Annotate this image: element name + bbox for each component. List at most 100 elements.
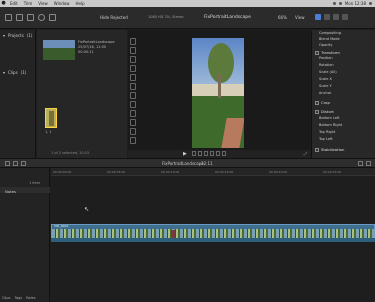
transform-label: Transform	[321, 50, 340, 55]
viewer-frame[interactable]	[192, 38, 244, 148]
tc-digit	[210, 151, 214, 156]
timeline-right-tools	[358, 161, 371, 166]
disclosure-icon: ▾	[3, 70, 6, 75]
clip-appearance-icon[interactable]	[358, 161, 363, 166]
frame-trunk	[218, 74, 221, 98]
distort-checkbox[interactable]	[315, 109, 319, 114]
scale-x-row[interactable]: Scale X	[319, 77, 332, 81]
tc-digit	[222, 151, 226, 156]
wifi-icon[interactable]	[332, 2, 336, 5]
rotation-row[interactable]: Rotation	[319, 63, 334, 67]
toolbar: Hide Rejected 1080 HD 25i, Stereo FixPor…	[0, 7, 375, 29]
libraries-sidebar: ▾ Projects (1) ▾ Clips (1)	[0, 30, 36, 158]
position-row[interactable]: Position	[319, 56, 333, 60]
sprocket	[130, 65, 136, 72]
bottom-right-row[interactable]: Bottom Right	[319, 123, 342, 127]
skimmer-marker[interactable]	[171, 230, 175, 238]
ruler-tick: 00:00:05:00	[107, 170, 126, 174]
sprocket-strip	[130, 38, 138, 153]
sprocket	[130, 92, 136, 99]
timeline-left-tools	[5, 161, 26, 166]
timeline-index: 1 item Notes Clips Tags Roles	[0, 168, 50, 302]
blend-mode-row[interactable]: Blend Mode	[319, 37, 340, 41]
clip-filmstrip[interactable]	[45, 108, 57, 128]
sprocket	[130, 74, 136, 81]
fullscreen-icon[interactable]: ⤢	[304, 151, 307, 156]
disclosure-icon: ▾	[3, 33, 6, 38]
tc-digit	[192, 151, 196, 156]
menubar: ● Edit Trim View Window Help Mon 12:38	[0, 0, 375, 7]
distort-section[interactable]: Distort	[315, 109, 334, 114]
crop-checkbox[interactable]	[315, 100, 319, 105]
scale-y-row[interactable]: Scale Y	[319, 84, 332, 88]
titles-icon[interactable]	[27, 14, 34, 21]
menu-help[interactable]: Help	[73, 0, 88, 7]
anchor-row[interactable]: Anchor	[319, 91, 331, 95]
audio-waveform[interactable]	[51, 238, 375, 242]
ruler-tick: 00:00:25:00	[323, 170, 342, 174]
share-icon[interactable]	[342, 14, 348, 20]
tab-tags[interactable]: Tags	[14, 296, 22, 300]
stabilization-label: Stabilization	[321, 147, 345, 152]
viewer: ▶ ⤢	[128, 30, 310, 158]
battery-icon[interactable]	[338, 2, 342, 5]
info-inspector-icon[interactable]	[333, 14, 339, 20]
play-icon[interactable]: ▶	[183, 151, 187, 157]
video-inspector-icon[interactable]	[315, 14, 321, 20]
apple-menu-icon[interactable]: ●	[0, 0, 7, 7]
bottom-left-row[interactable]: Bottom Left	[319, 116, 340, 120]
spotlight-icon[interactable]	[369, 2, 372, 5]
transform-section[interactable]: Transform	[315, 50, 340, 55]
view-dropdown[interactable]: View	[295, 15, 305, 20]
top-right-row[interactable]: Top Right	[319, 130, 335, 134]
crop-section[interactable]: Crop	[315, 100, 330, 105]
crop-label: Crop	[321, 100, 330, 105]
photos-audio-icon[interactable]	[16, 14, 23, 21]
top-left-row[interactable]: Top Left	[319, 137, 333, 141]
video-clip[interactable]: VID_0001	[51, 224, 375, 238]
opacity-row[interactable]: Opacity	[319, 43, 332, 47]
library-toggle-icon[interactable]	[5, 14, 12, 21]
stabilization-section[interactable]: Stabilization	[315, 147, 344, 152]
menubar-clock[interactable]: Mon 12:38	[345, 0, 366, 7]
menubar-status-area: Mon 12:38	[332, 0, 375, 7]
project-thumbnail[interactable]	[43, 40, 75, 60]
zoom-dropdown[interactable]: 66%	[278, 15, 287, 20]
menu-window[interactable]: Window	[51, 0, 73, 7]
timeline-ruler[interactable]: 00:00:00:00 00:00:05:00 00:00:10:00 00:0…	[51, 168, 375, 176]
tc-digit	[198, 151, 202, 156]
browser-status: 1 of 2 selected, 10:15	[51, 151, 90, 155]
effects-browser-icon[interactable]	[366, 161, 371, 166]
notes-column-header[interactable]: Notes	[5, 189, 16, 194]
sprocket	[130, 83, 136, 90]
sprocket	[130, 101, 136, 108]
back-icon[interactable]	[13, 161, 18, 166]
stabilization-checkbox[interactable]	[315, 147, 319, 152]
sprocket	[130, 119, 136, 126]
ruler-tick: 00:00:20:00	[269, 170, 288, 174]
project-meta: FixPortraitLandscape 25/07/16, 11:00 00:…	[78, 40, 114, 55]
projects-row[interactable]: ▾ Projects (1)	[3, 33, 32, 38]
final-cut-window: ● Edit Trim View Window Help Mon 12:38 H…	[0, 0, 375, 302]
audio-inspector-icon[interactable]	[324, 14, 330, 20]
scale-all-row[interactable]: Scale (All)	[319, 70, 337, 74]
ruler-tick: 00:00:10:00	[161, 170, 180, 174]
clips-row[interactable]: ▾ Clips (1)	[3, 70, 26, 75]
compositing-header: Compositing	[319, 31, 341, 35]
forward-icon[interactable]	[21, 161, 26, 166]
menu-view[interactable]: View	[35, 0, 51, 7]
menu-edit[interactable]: Edit	[7, 0, 21, 7]
clip-filmstrip-frames	[52, 229, 375, 238]
viewer-title: FixPortraitLandscape	[204, 15, 251, 20]
sprocket	[130, 56, 136, 63]
transform-checkbox[interactable]	[315, 50, 319, 55]
index-toggle-icon[interactable]	[5, 161, 10, 166]
import-icon[interactable]	[38, 14, 45, 21]
keyword-icon[interactable]	[49, 14, 56, 21]
tab-roles[interactable]: Roles	[26, 296, 35, 300]
filter-dropdown[interactable]: Hide Rejected	[100, 15, 128, 20]
index-tabs: Clips Tags Roles	[2, 296, 36, 300]
menu-trim[interactable]: Trim	[21, 0, 36, 7]
timeline-area[interactable]: 00:00:00:00 00:00:05:00 00:00:10:00 00:0…	[51, 168, 375, 302]
tab-clips[interactable]: Clips	[2, 296, 10, 300]
